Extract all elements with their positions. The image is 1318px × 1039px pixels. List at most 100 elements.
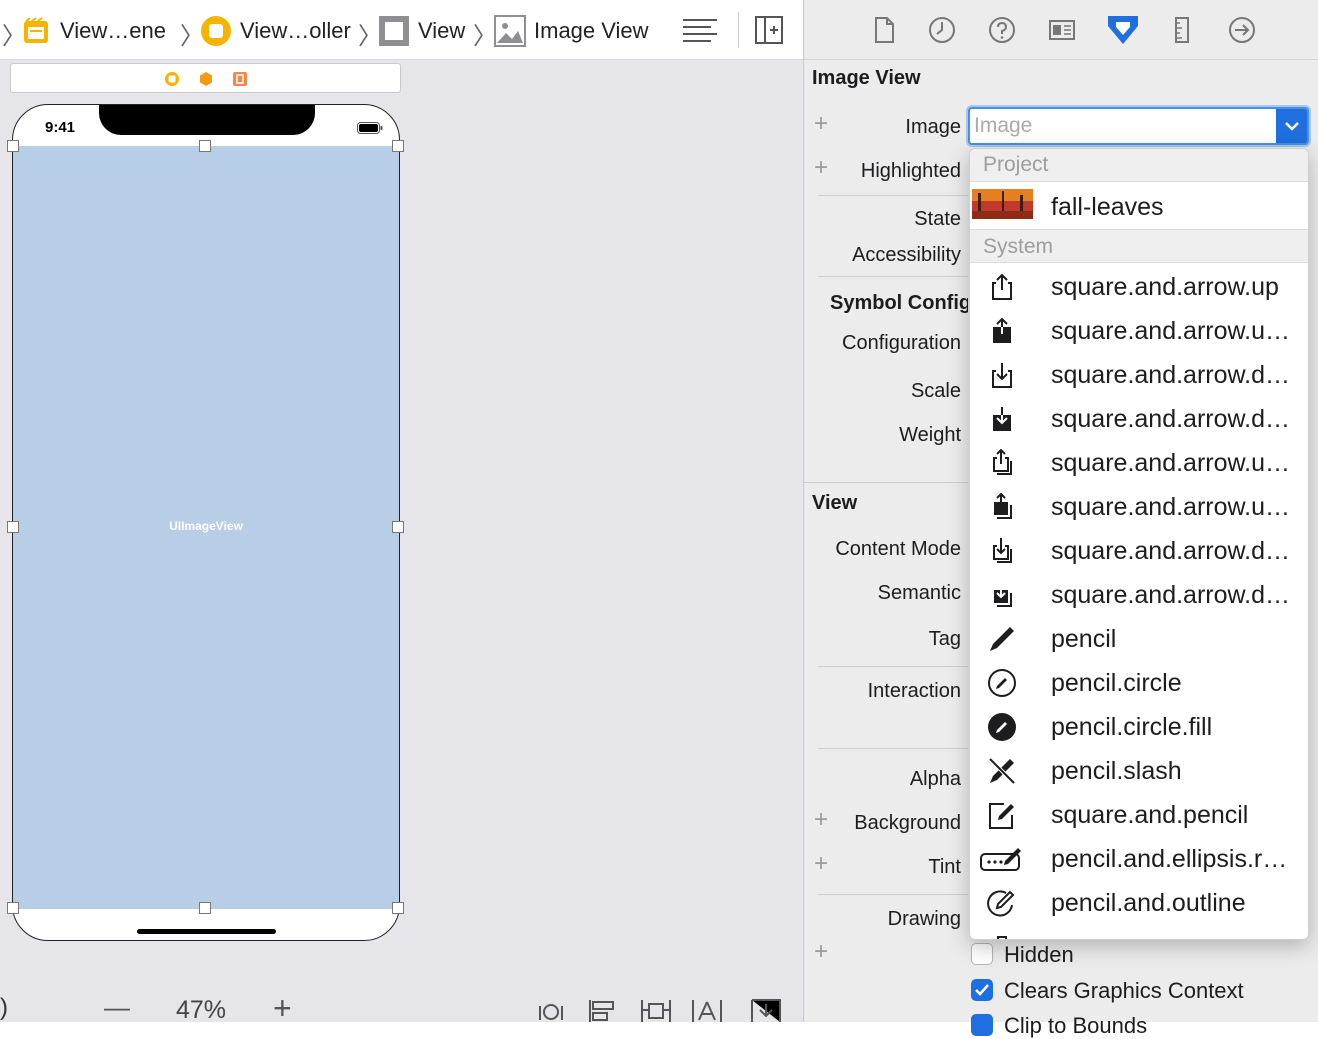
popup-item-symbol[interactable]: pencil.circle.fill (970, 705, 1308, 749)
home-indicator (137, 929, 276, 934)
pencil-circle-icon (988, 669, 1016, 697)
storyboard-canvas[interactable]: 〉 View…ene 〉 View…oller 〉 View 〉 Image V… (0, 0, 803, 1026)
popup-item-label: square.and.arrow.up (1051, 273, 1279, 301)
popup-item-symbol[interactable]: square.and.arrow.d… (970, 529, 1308, 573)
update-frames-icon[interactable] (536, 998, 566, 1022)
label-content-mode: Content Mode (835, 538, 961, 560)
popup-item-symbol[interactable]: square.and.pencil (970, 793, 1308, 837)
identity-inspector-icon[interactable] (1048, 16, 1076, 44)
popup-item-fall-leaves[interactable]: fall-leaves (970, 185, 1308, 229)
popup-item-label: pencil.circle (1051, 669, 1182, 697)
breadcrumb-view[interactable]: View (378, 16, 465, 46)
label-highlighted: Highlighted (860, 160, 961, 182)
popup-item-label: fall-leaves (1051, 193, 1164, 221)
popup-item-symbol[interactable]: square.and.arrow.d… (970, 573, 1308, 617)
popup-item-label: pencil.circle.fill (1051, 713, 1213, 741)
popup-item-symbol[interactable]: square.and.arrow.u… (970, 485, 1308, 529)
breadcrumb-view-controller[interactable]: View…oller (200, 16, 351, 46)
add-editor-icon[interactable] (755, 16, 783, 44)
download-stack-fill-icon (994, 582, 1012, 607)
share-fill-icon (993, 317, 1011, 343)
history-inspector-icon[interactable] (928, 16, 956, 44)
resize-handle-bottom-left[interactable] (7, 902, 19, 914)
group-header-system: System (970, 229, 1308, 263)
clip-to-bounds-checkbox[interactable] (971, 1014, 993, 1036)
section-title-view: View (812, 492, 858, 514)
label-scale: Scale (910, 380, 961, 402)
first-responder-dock-icon[interactable] (198, 71, 214, 87)
popup-item-partial (970, 925, 1308, 939)
popup-item-symbol[interactable]: pencil.circle (970, 661, 1308, 705)
breadcrumb-image-view[interactable]: Image View (494, 15, 649, 47)
clears-graphics-context-label: Clears Graphics Context (1004, 978, 1244, 1003)
add-constraints-icon[interactable] (640, 998, 672, 1022)
zoom-level: 47% (176, 996, 227, 1024)
popup-item-symbol[interactable]: square.and.arrow.d… (970, 353, 1308, 397)
fall-leaves-thumbnail-icon (972, 189, 1033, 219)
exit-dock-icon[interactable] (232, 71, 248, 87)
attributes-inspector-icon[interactable] (1106, 14, 1140, 46)
label-tint: Tint (928, 856, 961, 878)
popup-item-symbol[interactable]: square.and.arrow.up (970, 265, 1308, 309)
popup-item-symbol[interactable]: square.and.arrow.u… (970, 309, 1308, 353)
zoom-out-button[interactable]: — (104, 992, 130, 1023)
resize-handle-right[interactable] (392, 521, 404, 533)
document-outline-icon[interactable] (681, 17, 719, 45)
resize-handle-top-left[interactable] (7, 140, 19, 152)
image-dropdown-button[interactable] (1276, 109, 1307, 143)
popup-item-symbol[interactable]: pencil.and.ellipsis.r… (970, 837, 1308, 881)
hidden-checkbox[interactable] (971, 943, 993, 965)
popup-item-label: square.and.arrow.u… (1051, 449, 1291, 477)
pencil-ellipsis-icon (980, 848, 1021, 871)
hidden-checkbox-label: Hidden (1004, 942, 1074, 967)
quick-help-icon[interactable] (988, 16, 1016, 44)
resolve-autolayout-icon[interactable] (691, 998, 723, 1022)
resize-handle-left[interactable] (7, 521, 19, 533)
embed-in-icon[interactable] (750, 998, 782, 1022)
resize-handle-top-right[interactable] (392, 140, 404, 152)
align-icon[interactable] (588, 998, 618, 1022)
popup-item-label: pencil.slash (1051, 757, 1182, 785)
label-tag: Tag (928, 628, 961, 650)
resize-handle-bottom[interactable] (199, 902, 211, 914)
connections-inspector-icon[interactable] (1228, 16, 1256, 44)
breadcrumb-vc-label: View…oller (240, 18, 351, 43)
popup-item-symbol[interactable]: square.and.arrow.u… (970, 441, 1308, 485)
resize-handle-top[interactable] (199, 140, 211, 152)
breadcrumb-view-label: View (418, 18, 466, 43)
popup-item-label: square.and.arrow.d… (1051, 405, 1291, 433)
file-inspector-icon[interactable] (870, 16, 898, 44)
breadcrumb-image-view-label: Image View (534, 18, 649, 43)
breadcrumb-scene-label: View…ene (60, 18, 166, 43)
image-combo-box[interactable] (968, 107, 1309, 145)
clears-graphics-context-checkbox[interactable] (971, 979, 993, 1001)
label-drawing: Drawing (887, 908, 961, 930)
add-variation-drawing-button[interactable]: + (814, 938, 828, 966)
image-view-selected[interactable]: UIImageView (13, 146, 399, 909)
popup-item-symbol[interactable]: pencil (970, 617, 1308, 661)
trash-icon (997, 936, 1007, 939)
separator (818, 195, 968, 196)
popup-item-symbol[interactable]: pencil.and.outline (970, 881, 1308, 925)
pencil-slash-icon (988, 757, 1016, 785)
breadcrumb-scene[interactable]: View…ene (22, 16, 166, 46)
popup-item-label: square.and.pencil (1051, 801, 1249, 829)
zoom-in-button[interactable]: + (273, 990, 292, 1027)
image-name-input[interactable] (974, 111, 1274, 141)
view-controller-dock-icon[interactable] (164, 71, 180, 87)
jump-bar: 〉 View…ene 〉 View…oller 〉 View 〉 Image V… (0, 0, 803, 60)
scene-dock (10, 63, 401, 93)
popup-item-symbol[interactable]: square.and.arrow.d… (970, 397, 1308, 441)
pencil-circle-fill-icon (988, 713, 1016, 741)
checkmark-icon (975, 984, 989, 996)
chevron-down-icon (1284, 122, 1299, 131)
popup-item-label: pencil (1051, 625, 1117, 653)
storyboard-scene-icon (24, 17, 48, 43)
size-inspector-icon[interactable] (1168, 16, 1196, 44)
resize-handle-bottom-right[interactable] (392, 902, 404, 914)
popup-item-symbol[interactable]: pencil.slash (970, 749, 1308, 793)
download-fill-icon (993, 407, 1011, 431)
image-picker-popup: Project fall-leaves System square.and.ar… (969, 148, 1309, 940)
separator (818, 894, 968, 895)
popup-item-label: square.and.arrow.u… (1051, 317, 1291, 345)
